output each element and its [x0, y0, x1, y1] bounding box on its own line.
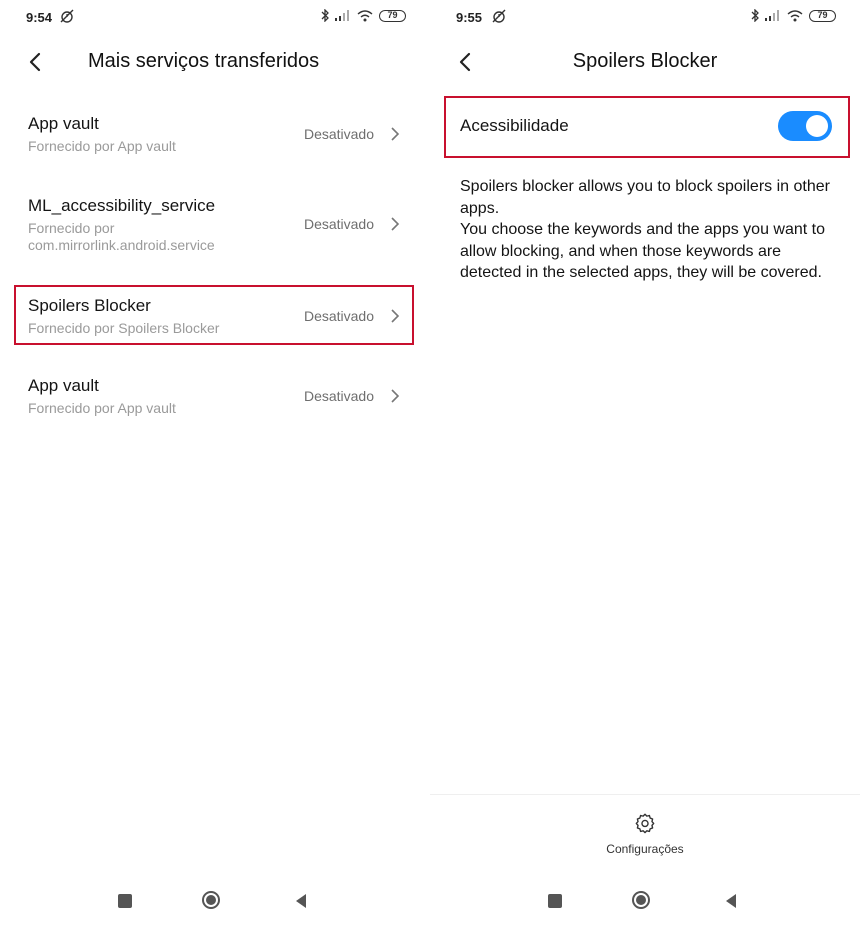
status-time: 9:54 [26, 10, 53, 25]
left-screen: 9:54 79 Mais serviços transferidos App v… [0, 0, 430, 927]
bluetooth-icon [751, 9, 759, 22]
navigation-bar [0, 884, 430, 918]
chevron-right-icon [391, 389, 400, 403]
accessibility-label: Acessibilidade [460, 116, 569, 135]
status-time: 9:55 [456, 10, 483, 25]
status-icons: 79 [751, 9, 836, 22]
signal-icon [335, 10, 349, 21]
recents-icon[interactable] [548, 894, 562, 908]
item-provider: Fornecido por App vault [28, 138, 176, 154]
battery-icon: 79 [379, 9, 406, 22]
item-provider: Fornecido por Spoilers Blocker [28, 320, 220, 336]
header: Spoilers Blocker [430, 36, 860, 88]
wifi-icon [357, 9, 373, 21]
navigation-bar [430, 884, 860, 918]
item-provider-package: com.mirrorlink.android.service [28, 237, 215, 253]
settings-label: Configurações [606, 842, 684, 856]
back-nav-icon[interactable] [724, 893, 738, 909]
item-name: ML_accessibility_service [28, 196, 216, 215]
home-icon[interactable] [632, 891, 650, 909]
page-title: Spoilers Blocker [572, 50, 718, 72]
divider [430, 794, 860, 795]
status-bar: 9:55 79 [430, 0, 860, 34]
list-item[interactable]: App vault Fornecido por App vault Desati… [14, 366, 414, 428]
chevron-right-icon [391, 217, 400, 231]
signal-icon [765, 10, 779, 21]
item-name: App vault [28, 376, 99, 395]
service-description: Spoilers blocker allows you to block spo… [460, 176, 840, 284]
battery-icon: 79 [809, 9, 836, 22]
header: Mais serviços transferidos [0, 36, 430, 88]
item-state: Desativado [303, 388, 374, 404]
status-bar: 9:54 79 [0, 0, 430, 34]
toggle-knob [806, 115, 828, 137]
list-item-spoilers-blocker[interactable]: Spoilers Blocker Fornecido por Spoilers … [14, 285, 414, 345]
home-icon[interactable] [202, 891, 220, 909]
status-icons: 79 [321, 9, 406, 22]
recents-icon[interactable] [118, 894, 132, 908]
item-name: App vault [28, 114, 99, 133]
list-item[interactable]: ML_accessibility_service Fornecido por c… [14, 186, 414, 266]
alarm-off-icon [60, 9, 74, 23]
back-arrow-icon[interactable] [26, 50, 46, 74]
alarm-off-icon [492, 9, 506, 23]
page-title: Mais serviços transferidos [88, 50, 320, 72]
chevron-right-icon [391, 309, 400, 323]
description-line-2: You choose the keywords and the apps you… [460, 221, 825, 281]
back-nav-icon[interactable] [294, 893, 308, 909]
accessibility-toggle[interactable] [778, 111, 832, 141]
gear-icon [635, 813, 655, 834]
bluetooth-icon [321, 9, 329, 22]
item-state: Desativado [303, 308, 374, 324]
item-state: Desativado [303, 216, 374, 232]
accessibility-setting-row: Acessibilidade [444, 96, 850, 158]
right-screen: 9:55 79 Spoilers Blocker Acessibilidade … [430, 0, 860, 927]
description-line-1: Spoilers blocker allows you to block spo… [460, 178, 830, 217]
list-item[interactable]: App vault Fornecido por App vault Desati… [14, 104, 414, 166]
item-state: Desativado [303, 126, 374, 142]
item-name: Spoilers Blocker [28, 296, 151, 315]
item-provider: Fornecido por App vault [28, 400, 176, 416]
settings-button[interactable]: Configurações [430, 812, 860, 858]
wifi-icon [787, 9, 803, 21]
chevron-right-icon [391, 127, 400, 141]
item-provider: Fornecido por [28, 220, 115, 236]
